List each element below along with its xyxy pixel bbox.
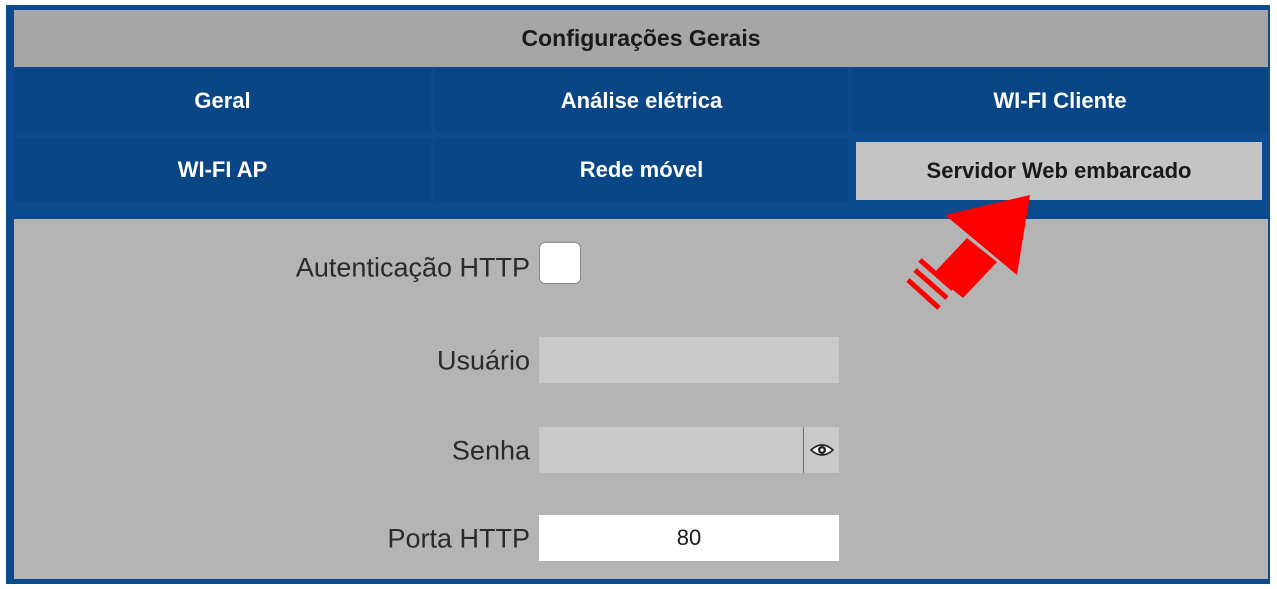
http-auth-row: Autenticação HTTP: [14, 244, 1268, 292]
http-auth-label: Autenticação HTTP: [295, 252, 530, 283]
user-label: Usuário: [436, 345, 530, 376]
eye-icon[interactable]: [803, 427, 840, 473]
settings-panel: Autenticação HTTP Usuário Senha Porta HT…: [14, 219, 1268, 579]
tab-wifi-cliente[interactable]: WI-FI Cliente: [852, 69, 1268, 133]
password-field[interactable]: [539, 427, 803, 473]
http-port-label: Porta HTTP: [387, 523, 530, 554]
user-field[interactable]: [539, 337, 839, 383]
password-label: Senha: [451, 435, 530, 466]
annotation-arrow-icon: [906, 195, 1030, 310]
tab-wifi-ap[interactable]: WI-FI AP: [14, 138, 431, 202]
tab-rede-movel[interactable]: Rede móvel: [435, 138, 848, 202]
page-title: Configurações Gerais: [14, 10, 1268, 67]
http-auth-checkbox[interactable]: [539, 242, 581, 284]
tab-analise-eletrica[interactable]: Análise elétrica: [435, 69, 848, 133]
tab-geral[interactable]: Geral: [14, 69, 431, 133]
http-port-field[interactable]: [539, 515, 839, 561]
